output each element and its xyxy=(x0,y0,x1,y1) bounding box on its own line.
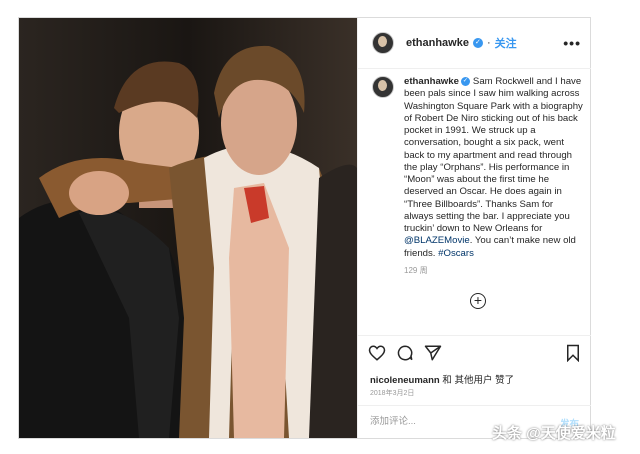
photo-illustration xyxy=(19,18,357,438)
verified-icon: ✓ xyxy=(472,38,483,48)
mention-link[interactable]: @BLAZEMovie xyxy=(404,235,470,246)
post-photo xyxy=(19,18,357,438)
caption-body: Sam Rockwell and I have been pals since … xyxy=(404,76,583,234)
post-sidebar: ethanhawke ✓ · 关注 ••• ethanhawke ✓ Sam Roc… xyxy=(357,18,591,438)
comment-icon[interactable] xyxy=(396,344,414,362)
follow-button[interactable]: 关注 xyxy=(495,35,517,51)
caption-verified-icon: ✓ xyxy=(460,76,470,86)
post-header: ethanhawke ✓ · 关注 ••• xyxy=(358,18,591,69)
action-icons xyxy=(368,344,583,364)
share-icon[interactable] xyxy=(424,344,442,362)
heart-icon[interactable] xyxy=(368,344,386,362)
likes-username[interactable]: nicoleneumann xyxy=(370,375,440,386)
caption-time: 129 周 xyxy=(404,266,428,275)
hashtag-link[interactable]: #Oscars xyxy=(438,248,474,259)
plus-circle-icon[interactable]: + xyxy=(470,293,486,309)
post-date: 2018年3月2日 xyxy=(370,390,415,397)
header-username[interactable]: ethanhawke xyxy=(406,37,469,49)
more-options-icon[interactable]: ••• xyxy=(563,35,581,51)
avatar[interactable] xyxy=(372,32,394,54)
bookmark-icon[interactable] xyxy=(564,344,582,362)
likes-text: 和 其他用户 赞了 xyxy=(439,375,515,386)
caption-avatar[interactable] xyxy=(372,76,394,98)
caption-text: ethanhawke ✓ Sam Rockwell and I have been … xyxy=(404,76,584,260)
caption-username[interactable]: ethanhawke xyxy=(404,76,459,87)
likes-line: nicoleneumann 和 其他用户 赞了 xyxy=(370,372,514,386)
separator-dot: · xyxy=(486,37,491,49)
watermark: 头条 @天使爱米粒 xyxy=(492,425,616,442)
instagram-post: ethanhawke ✓ · 关注 ••• ethanhawke ✓ Sam Roc… xyxy=(18,17,591,439)
